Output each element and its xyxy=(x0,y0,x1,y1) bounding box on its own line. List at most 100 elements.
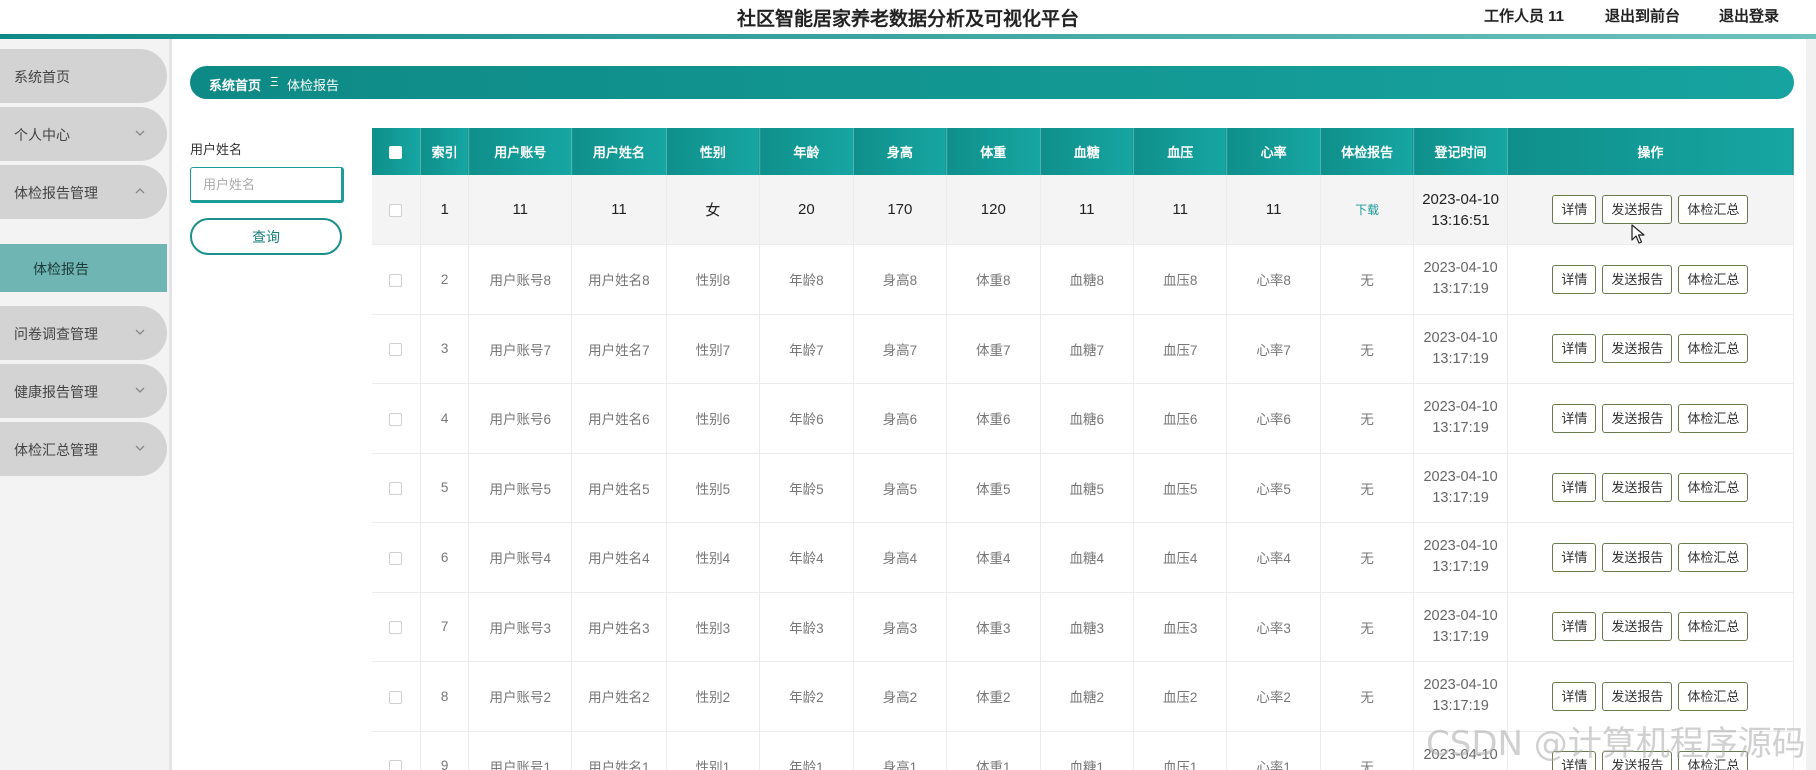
download-report-link[interactable]: 下载 xyxy=(1355,203,1379,217)
sidebar-item-checkup-summary-mgmt[interactable]: 体检汇总管理 xyxy=(0,422,167,476)
sidebar-item-survey-mgmt[interactable]: 问卷调查管理 xyxy=(0,306,167,360)
checkup-report-table: 索引 用户账号 用户姓名 性别 年龄 身高 体重 血糖 血压 心率 体检报告 登… xyxy=(372,128,1794,770)
cell-height: 身高2 xyxy=(853,661,948,732)
column-header: 血糖 xyxy=(1040,128,1134,175)
row-select-cell[interactable] xyxy=(372,731,421,770)
checkup-summary-button[interactable]: 体检汇总 xyxy=(1678,473,1749,503)
table-row: 1 11 11 女 20 170 120 11 11 11 下载 2023-04-10 13:16:51… xyxy=(372,175,1794,245)
sidebar-item-health-report-mgmt[interactable]: 健康报告管理 xyxy=(0,364,167,418)
row-checkbox[interactable] xyxy=(389,203,403,217)
send-report-button[interactable]: 发送报告 xyxy=(1602,542,1673,572)
cell-account: 用户账号4 xyxy=(468,522,573,593)
cell-sugar: 血糖1 xyxy=(1040,731,1134,770)
cell-age: 年龄5 xyxy=(759,453,854,523)
sidebar-subitem-checkup-report[interactable]: 体检报告 xyxy=(0,244,167,292)
checkup-summary-button[interactable]: 体检汇总 xyxy=(1678,403,1749,433)
checkup-summary-button[interactable]: 体检汇总 xyxy=(1678,334,1749,364)
cell-gender: 性别1 xyxy=(666,731,761,770)
send-report-button[interactable]: 发送报告 xyxy=(1602,195,1673,224)
cell-gender: 性别8 xyxy=(666,244,761,315)
row-checkbox[interactable] xyxy=(389,343,403,357)
details-button[interactable]: 详情 xyxy=(1552,334,1597,364)
cell-actions: 详情 发送报告 体检汇总 xyxy=(1507,175,1794,245)
cell-age: 年龄1 xyxy=(759,731,854,770)
checkup-summary-button[interactable]: 体检汇总 xyxy=(1678,264,1749,294)
sidebar-item-personal-center[interactable]: 个人中心 xyxy=(0,107,167,161)
cell-weight: 体重3 xyxy=(946,592,1041,662)
row-select-cell[interactable] xyxy=(372,592,421,662)
page-scrollbar[interactable] xyxy=(1806,39,1816,770)
details-button[interactable]: 详情 xyxy=(1552,473,1597,503)
cell-sugar: 血糖6 xyxy=(1040,383,1134,454)
checkup-summary-button[interactable]: 体检汇总 xyxy=(1678,195,1749,224)
column-header: 年龄 xyxy=(759,128,854,175)
details-button[interactable]: 详情 xyxy=(1552,195,1597,224)
row-checkbox[interactable] xyxy=(389,273,403,287)
cell-weight: 120 xyxy=(946,175,1041,245)
back-to-frontend-link[interactable]: 退出到前台 xyxy=(1605,5,1680,26)
sidebar-item-home[interactable]: 系统首页 xyxy=(0,49,167,103)
row-checkbox[interactable] xyxy=(389,482,403,496)
cell-report: 无 xyxy=(1320,592,1415,662)
checkup-summary-button[interactable]: 体检汇总 xyxy=(1678,612,1749,642)
details-button[interactable]: 详情 xyxy=(1552,542,1597,572)
cell-report: 无 xyxy=(1320,314,1415,384)
details-button[interactable]: 详情 xyxy=(1552,681,1597,711)
row-checkbox[interactable] xyxy=(389,760,403,770)
details-button[interactable]: 详情 xyxy=(1552,403,1597,433)
cell-heart: 心率5 xyxy=(1226,453,1321,523)
row-select-cell[interactable] xyxy=(372,661,421,732)
details-button[interactable]: 详情 xyxy=(1552,264,1597,294)
cell-heart: 心率3 xyxy=(1226,592,1321,662)
send-report-button[interactable]: 发送报告 xyxy=(1602,681,1673,711)
register-date: 2023-04-10 xyxy=(1423,607,1498,624)
cell-name: 用户姓名2 xyxy=(571,661,667,732)
row-select-cell[interactable] xyxy=(372,244,421,315)
column-header: 登记时间 xyxy=(1413,128,1508,175)
row-checkbox[interactable] xyxy=(389,412,403,426)
send-report-button[interactable]: 发送报告 xyxy=(1602,473,1673,503)
row-checkbox[interactable] xyxy=(389,690,403,704)
cell-weight: 体重7 xyxy=(946,314,1041,384)
select-all-checkbox[interactable] xyxy=(389,146,403,160)
checkup-summary-button[interactable]: 体检汇总 xyxy=(1678,542,1749,572)
send-report-button[interactable]: 发送报告 xyxy=(1602,334,1673,364)
send-report-button[interactable]: 发送报告 xyxy=(1602,612,1673,642)
breadcrumb-home[interactable]: 系统首页 xyxy=(209,75,261,94)
cell-age: 年龄7 xyxy=(759,314,854,384)
breadcrumb-current: 体检报告 xyxy=(287,78,340,93)
row-select-cell[interactable] xyxy=(372,175,421,245)
mouse-cursor-icon xyxy=(1631,224,1645,244)
send-report-button[interactable]: 发送报告 xyxy=(1602,264,1673,294)
cell-age: 20 xyxy=(759,175,854,245)
cell-weight: 体重5 xyxy=(946,453,1041,523)
row-select-cell[interactable] xyxy=(372,314,421,384)
chevron-down-icon xyxy=(135,130,145,136)
cell-register-time: 2023-04-10 13:17:19 xyxy=(1413,314,1508,384)
row-select-cell[interactable] xyxy=(372,522,421,593)
row-checkbox[interactable] xyxy=(389,551,403,565)
cell-sugar: 血糖2 xyxy=(1040,661,1134,732)
column-header: 性别 xyxy=(666,128,761,175)
send-report-button[interactable]: 发送报告 xyxy=(1602,403,1673,433)
details-button[interactable]: 详情 xyxy=(1552,612,1597,642)
register-date: 2023-04-10 xyxy=(1423,399,1498,416)
search-button[interactable]: 查询 xyxy=(190,218,342,255)
logout-link[interactable]: 退出登录 xyxy=(1719,5,1779,26)
cell-account: 用户账号2 xyxy=(468,661,573,732)
checkup-summary-button[interactable]: 体检汇总 xyxy=(1678,681,1749,711)
cell-weight: 体重6 xyxy=(946,383,1041,454)
cell-actions: 详情 发送报告 体检汇总 xyxy=(1507,453,1794,523)
row-checkbox[interactable] xyxy=(389,621,403,635)
row-select-cell[interactable] xyxy=(372,383,421,454)
cell-weight: 体重8 xyxy=(946,244,1041,315)
username-search-input[interactable] xyxy=(190,167,344,203)
sidebar-subitem-label: 体检报告 xyxy=(33,261,89,277)
cell-name: 11 xyxy=(571,175,667,245)
sidebar-item-checkup-report-mgmt[interactable]: 体检报告管理 xyxy=(0,165,167,219)
row-select-cell[interactable] xyxy=(372,453,421,523)
cell-pressure: 血压5 xyxy=(1133,453,1228,523)
register-date: 2023-04-10 xyxy=(1423,538,1498,555)
cell-heart: 心率2 xyxy=(1226,661,1321,732)
select-all-header[interactable] xyxy=(372,128,421,175)
